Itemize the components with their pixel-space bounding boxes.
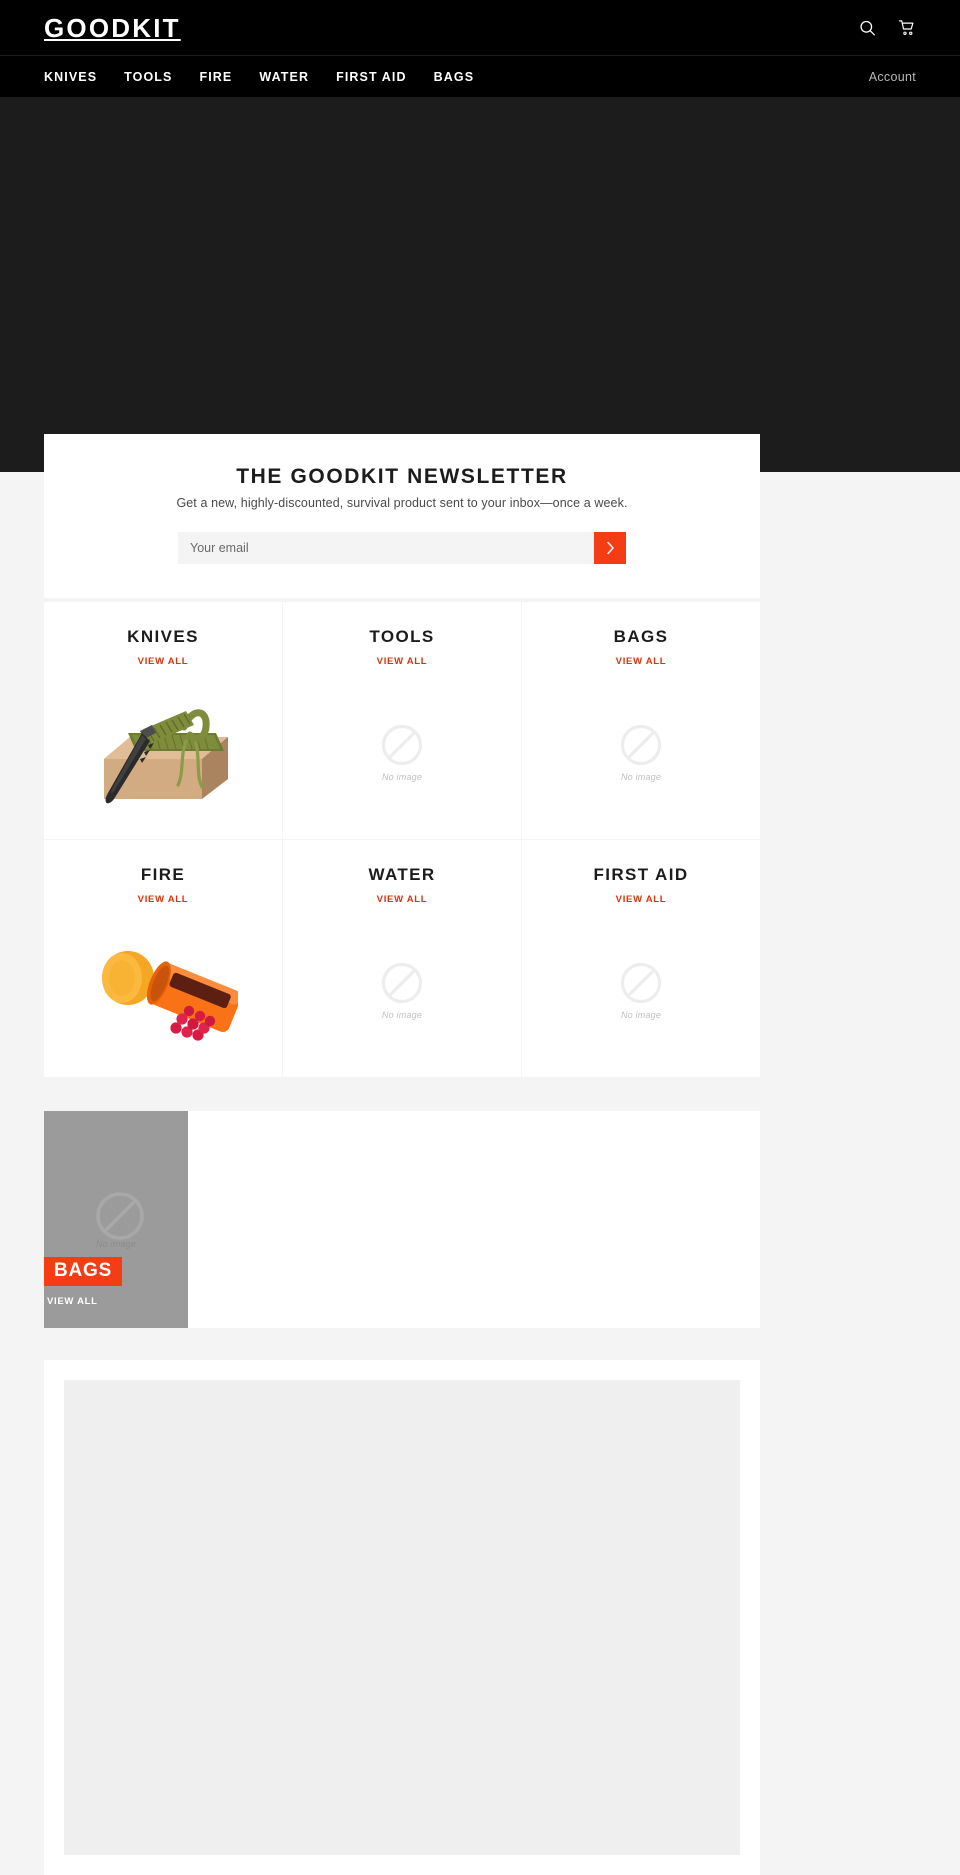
category-card-water[interactable]: WATER VIEW ALL No image xyxy=(283,840,521,1077)
category-card-fire[interactable]: FIRE VIEW ALL xyxy=(44,840,282,1077)
no-image-icon xyxy=(381,962,423,1004)
nav-item-water[interactable]: WATER xyxy=(259,70,309,84)
no-image-caption: No image xyxy=(620,772,662,783)
bottom-content-card xyxy=(44,1360,760,1875)
category-card-bags[interactable]: BAGS VIEW ALL No image xyxy=(522,602,760,839)
no-image-placeholder: No image xyxy=(381,724,423,782)
category-image-area: No image xyxy=(283,667,521,839)
chevron-right-icon xyxy=(606,541,615,555)
main-navigation: KNIVES TOOLS FIRE WATER FIRST AID BAGS A… xyxy=(0,55,960,97)
orange-waterproof-match-container-image xyxy=(88,936,238,1046)
newsletter-email-input[interactable] xyxy=(178,532,594,564)
account-link[interactable]: Account xyxy=(869,56,916,98)
category-image-area: No image xyxy=(522,667,760,839)
no-image-icon xyxy=(381,724,423,766)
category-view-all-link[interactable]: VIEW ALL xyxy=(138,894,189,905)
no-image-placeholder: No image xyxy=(95,1191,144,1249)
newsletter-title: THE GOODKIT NEWSLETTER xyxy=(236,465,568,488)
site-header: GOODKIT xyxy=(0,0,960,55)
no-image-placeholder: No image xyxy=(620,724,662,782)
category-card-first-aid[interactable]: FIRST AID VIEW ALL No image xyxy=(522,840,760,1077)
nav-item-knives[interactable]: KNIVES xyxy=(44,70,97,84)
no-image-caption: No image xyxy=(381,772,423,783)
category-title: TOOLS xyxy=(369,627,435,646)
search-icon[interactable] xyxy=(859,19,876,36)
no-image-placeholder: No image xyxy=(381,962,423,1020)
category-title: BAGS xyxy=(613,627,669,646)
cart-icon[interactable] xyxy=(898,19,916,36)
category-view-all-link[interactable]: VIEW ALL xyxy=(377,894,428,905)
newsletter-submit-button[interactable] xyxy=(594,532,626,564)
bottom-placeholder-box xyxy=(64,1380,740,1855)
promo-view-all-link[interactable]: VIEW ALL xyxy=(46,1296,98,1307)
promo-tile-bags[interactable]: No image BAGS VIEW ALL xyxy=(44,1111,188,1328)
nav-link-group: KNIVES TOOLS FIRE WATER FIRST AID BAGS xyxy=(44,56,474,98)
category-title: FIRE xyxy=(140,865,186,884)
newsletter-subtitle: Get a new, highly-discounted, survival p… xyxy=(176,496,628,510)
no-image-icon xyxy=(95,1191,144,1240)
category-title: WATER xyxy=(368,865,436,884)
promo-banner: No image BAGS VIEW ALL xyxy=(44,1111,760,1328)
header-icon-group xyxy=(859,19,916,36)
category-image-area: No image xyxy=(522,905,760,1077)
nav-item-tools[interactable]: TOOLS xyxy=(124,70,172,84)
promo-empty-area xyxy=(188,1111,760,1328)
category-view-all-link[interactable]: VIEW ALL xyxy=(616,894,667,905)
category-title: KNIVES xyxy=(127,627,199,646)
category-card-tools[interactable]: TOOLS VIEW ALL No image xyxy=(283,602,521,839)
nav-item-fire[interactable]: FIRE xyxy=(199,70,232,84)
category-image-area: No image xyxy=(283,905,521,1077)
category-card-knives[interactable]: KNIVES VIEW ALL xyxy=(44,602,282,839)
no-image-placeholder: No image xyxy=(620,962,662,1020)
category-image-area xyxy=(44,667,282,839)
no-image-caption: No image xyxy=(381,1010,423,1021)
newsletter-signup: THE GOODKIT NEWSLETTER Get a new, highly… xyxy=(44,434,760,598)
survival-knife-paracord-on-box-image xyxy=(88,689,238,817)
nav-item-first-aid[interactable]: FIRST AID xyxy=(336,70,407,84)
newsletter-form xyxy=(178,532,626,564)
site-logo[interactable]: GOODKIT xyxy=(44,15,181,41)
promo-label-bags: BAGS xyxy=(44,1257,123,1286)
homepage: GOODKIT KNIVES TOOLS FIRE WATER FIRST AI… xyxy=(0,0,960,1875)
hero-banner xyxy=(0,97,960,472)
no-image-caption: No image xyxy=(620,1010,662,1021)
no-image-icon xyxy=(620,724,662,766)
category-image-area xyxy=(44,905,282,1077)
category-title: FIRST AID xyxy=(593,865,689,884)
category-view-all-link[interactable]: VIEW ALL xyxy=(138,656,189,667)
nav-item-bags[interactable]: BAGS xyxy=(434,70,475,84)
category-grid: KNIVES VIEW ALL TOOLS VIEW ALL No image … xyxy=(44,602,760,1077)
category-view-all-link[interactable]: VIEW ALL xyxy=(377,656,428,667)
no-image-icon xyxy=(620,962,662,1004)
category-view-all-link[interactable]: VIEW ALL xyxy=(616,656,667,667)
